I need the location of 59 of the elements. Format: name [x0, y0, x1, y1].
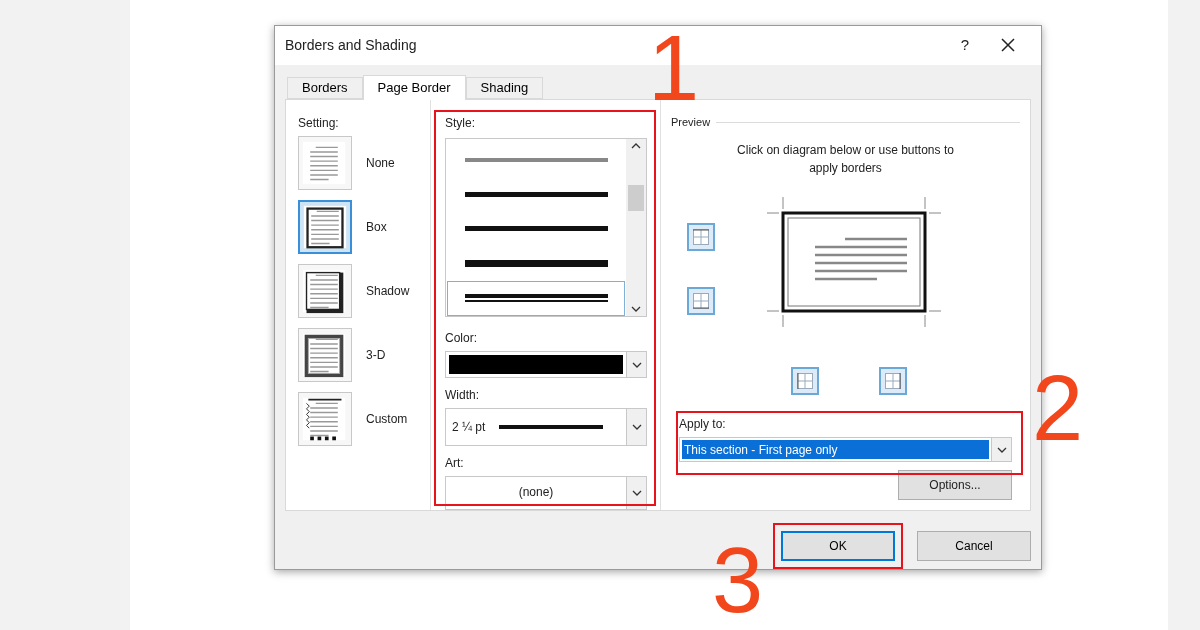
- page-thumbnail-icon: [301, 268, 347, 314]
- setting-option-button[interactable]: [298, 328, 352, 382]
- preview-hint: Click on diagram below or use buttons to apply borders: [736, 141, 955, 177]
- width-label: Width:: [445, 387, 480, 404]
- page-thumbnail-icon: [301, 332, 347, 378]
- art-label: Art:: [445, 455, 465, 472]
- ok-button[interactable]: OK: [781, 531, 895, 561]
- page-thumbnail-icon: [301, 396, 347, 442]
- color-dropdown[interactable]: [445, 351, 647, 378]
- caret-icon: [631, 361, 642, 368]
- color-label: Color:: [445, 330, 478, 347]
- width-value: 2 ¼ pt: [452, 419, 486, 436]
- tab[interactable]: Page Border: [362, 75, 466, 100]
- help-button[interactable]: ?: [945, 30, 985, 61]
- border-grid-icon: [693, 228, 709, 245]
- style-label: Style:: [445, 115, 476, 132]
- tab[interactable]: Borders: [287, 77, 363, 99]
- preview-label: Preview: [671, 115, 711, 130]
- scroll-up-icon[interactable]: [631, 143, 641, 149]
- art-value: (none): [518, 484, 554, 501]
- border-grid-icon: [797, 372, 813, 389]
- options-button[interactable]: Options...: [898, 470, 1012, 500]
- cancel-button[interactable]: Cancel: [917, 531, 1031, 561]
- scroll-thumb[interactable]: [628, 184, 644, 211]
- caret-icon: [996, 446, 1007, 453]
- setting-option-label: Custom: [366, 411, 408, 428]
- left-border-button[interactable]: [791, 366, 819, 395]
- art-dropdown[interactable]: (none): [445, 476, 647, 510]
- tab[interactable]: Shading: [465, 77, 544, 99]
- apply-to-value: This section - First page only: [684, 441, 838, 459]
- step-number: 3: [712, 540, 764, 620]
- scroll-down-icon[interactable]: [631, 306, 641, 312]
- close-icon: [1001, 38, 1015, 53]
- width-dropdown[interactable]: 2 ¼ pt: [445, 408, 647, 446]
- right-border-button[interactable]: [879, 366, 907, 395]
- caret-icon: [631, 490, 642, 496]
- border-grid-icon: [885, 372, 901, 389]
- setting-option-button[interactable]: [298, 264, 352, 318]
- page-thumbnail-icon: [301, 140, 347, 186]
- step-number: 1: [648, 28, 700, 108]
- bottom-border-button[interactable]: [687, 286, 715, 315]
- page-thumbnail-icon: [302, 204, 348, 250]
- setting-option-label: None: [366, 155, 395, 172]
- setting-option-label: Shadow: [366, 283, 410, 300]
- top-border-button[interactable]: [687, 222, 715, 251]
- caret-icon: [631, 424, 642, 430]
- setting-option-label: Box: [366, 219, 387, 236]
- line-style-option[interactable]: [447, 281, 625, 316]
- scrollbar[interactable]: [626, 139, 646, 316]
- setting-label: Setting:: [298, 115, 340, 132]
- border-grid-icon: [693, 292, 709, 309]
- apply-to-label: Apply to:: [679, 416, 727, 433]
- setting-option-button[interactable]: [298, 200, 352, 254]
- setting-option-label: 3-D: [366, 347, 386, 364]
- apply-to-dropdown[interactable]: This section - First page only: [679, 437, 1012, 462]
- step-number: 2: [1032, 368, 1084, 448]
- dialog-title: Borders and Shading: [285, 35, 417, 55]
- line-style-list[interactable]: [445, 138, 647, 317]
- setting-option-button[interactable]: [298, 392, 352, 446]
